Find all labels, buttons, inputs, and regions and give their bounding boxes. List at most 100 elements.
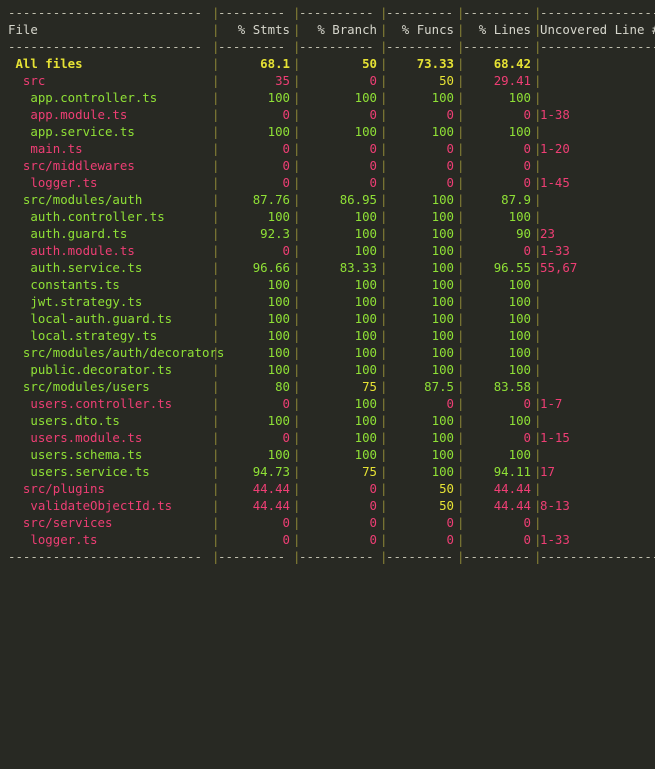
- cell-lines: 94.11: [493, 464, 531, 479]
- row-pipe-5: |: [534, 73, 542, 88]
- cell-file: All files: [8, 56, 83, 71]
- cell-branch: 100: [354, 277, 377, 292]
- separator-segment-file: --------------------------: [8, 39, 202, 54]
- table-row: users.module.ts | 0 | 100 | 100 | 0 | 1-15: [0, 429, 655, 446]
- separator-segment-funcs: ---------: [386, 549, 454, 564]
- cell-branch: 83.33: [339, 260, 377, 275]
- cell-funcs: 100: [431, 311, 454, 326]
- cell-file: users.controller.ts: [8, 396, 173, 411]
- cell-funcs: 100: [431, 124, 454, 139]
- cell-branch: 0: [369, 73, 377, 88]
- cell-funcs: 87.5: [424, 379, 454, 394]
- cell-lines: 0: [523, 430, 531, 445]
- separator-segment-funcs: ---------: [386, 39, 454, 54]
- cell-lines: 0: [523, 532, 531, 547]
- cell-funcs: 0: [446, 532, 454, 547]
- cell-funcs: 100: [431, 226, 454, 241]
- cell-branch: 100: [354, 328, 377, 343]
- cell-lines: 68.42: [493, 56, 531, 71]
- cell-stmts: 100: [267, 90, 290, 105]
- row-pipe-5: |: [534, 413, 542, 428]
- table-separator-top: -------------------------- | --------- |…: [0, 4, 655, 21]
- cell-branch: 0: [369, 141, 377, 156]
- cell-branch: 100: [354, 209, 377, 224]
- cell-funcs: 100: [431, 192, 454, 207]
- separator-segment-branch: ----------: [299, 39, 374, 54]
- table-separator-header: -------------------------- | --------- |…: [0, 38, 655, 55]
- cell-stmts: 96.66: [252, 260, 290, 275]
- table-row: src/modules/users | 80 | 75 | 87.5 | 83.58 |: [0, 378, 655, 395]
- cell-branch: 100: [354, 124, 377, 139]
- column-header-stmts: % Stmts: [237, 22, 290, 37]
- row-pipe-5: |: [534, 209, 542, 224]
- cell-lines: 83.58: [493, 379, 531, 394]
- table-row: constants.ts | 100 | 100 | 100 | 100 |: [0, 276, 655, 293]
- cell-lines: 0: [523, 141, 531, 156]
- cell-file: src/plugins: [8, 481, 105, 496]
- table-row: jwt.strategy.ts | 100 | 100 | 100 | 100 |: [0, 293, 655, 310]
- cell-lines: 44.44: [493, 498, 531, 513]
- cell-uncovered-lines: 23: [540, 226, 555, 241]
- cell-file: src/middlewares: [8, 158, 135, 173]
- separator-segment-stmts: ---------: [218, 5, 286, 20]
- table-row: main.ts | 0 | 0 | 0 | 0 | 1-20: [0, 140, 655, 157]
- cell-lines: 0: [523, 396, 531, 411]
- cell-branch: 100: [354, 90, 377, 105]
- cell-branch: 100: [354, 362, 377, 377]
- cell-lines: 100: [508, 362, 531, 377]
- cell-branch: 0: [369, 158, 377, 173]
- cell-file: app.controller.ts: [8, 90, 158, 105]
- cell-branch: 100: [354, 396, 377, 411]
- table-row: users.schema.ts | 100 | 100 | 100 | 100 |: [0, 446, 655, 463]
- cell-stmts: 0: [282, 158, 290, 173]
- cell-uncovered-lines: 1-7: [540, 396, 563, 411]
- cell-file: app.module.ts: [8, 107, 128, 122]
- cell-uncovered-lines: 1-45: [540, 175, 570, 190]
- cell-stmts: 0: [282, 175, 290, 190]
- table-header-row: File | % Stmts | % Branch | % Funcs | % …: [0, 21, 655, 38]
- table-row: users.dto.ts | 100 | 100 | 100 | 100 |: [0, 412, 655, 429]
- cell-lines: 0: [523, 158, 531, 173]
- table-row: logger.ts | 0 | 0 | 0 | 0 | 1-45: [0, 174, 655, 191]
- cell-file: jwt.strategy.ts: [8, 294, 143, 309]
- cell-branch: 0: [369, 107, 377, 122]
- cell-stmts: 68.1: [260, 56, 290, 71]
- table-row: All files | 68.1 | 50 | 73.33 | 68.42 |: [0, 55, 655, 72]
- cell-branch: 0: [369, 498, 377, 513]
- cell-file: auth.guard.ts: [8, 226, 128, 241]
- cell-stmts: 100: [267, 209, 290, 224]
- cell-funcs: 0: [446, 107, 454, 122]
- cell-funcs: 73.33: [416, 56, 454, 71]
- cell-file: src/modules/auth: [8, 192, 143, 207]
- cell-file: local.strategy.ts: [8, 328, 158, 343]
- cell-file: app.service.ts: [8, 124, 135, 139]
- cell-stmts: 0: [282, 243, 290, 258]
- column-header-file: File: [8, 22, 38, 37]
- cell-lines: 0: [523, 243, 531, 258]
- cell-branch: 75: [362, 464, 377, 479]
- row-pipe-5: |: [534, 379, 542, 394]
- cell-funcs: 100: [431, 328, 454, 343]
- separator-segment-stmts: ---------: [218, 39, 286, 54]
- cell-lines: 0: [523, 515, 531, 530]
- table-row: src | 35 | 0 | 50 | 29.41 |: [0, 72, 655, 89]
- row-pipe-5: |: [534, 311, 542, 326]
- row-pipe-5: |: [534, 345, 542, 360]
- cell-branch: 86.95: [339, 192, 377, 207]
- cell-lines: 96.55: [493, 260, 531, 275]
- table-row: validateObjectId.ts | 44.44 | 0 | 50 | 44.44 | 8-1…: [0, 497, 655, 514]
- cell-branch: 0: [369, 532, 377, 547]
- row-pipe-5: |: [534, 515, 542, 530]
- column-header-branch: % Branch: [317, 22, 377, 37]
- cell-file: constants.ts: [8, 277, 120, 292]
- cell-lines: 0: [523, 107, 531, 122]
- separator-segment-uncovered: -------------------: [540, 549, 655, 564]
- cell-stmts: 0: [282, 532, 290, 547]
- cell-funcs: 100: [431, 447, 454, 462]
- cell-funcs: 50: [439, 481, 454, 496]
- separator-segment-funcs: ---------: [386, 5, 454, 20]
- column-header-uncovered: Uncovered Line #s: [540, 22, 655, 37]
- separator-segment-lines: ---------: [463, 549, 531, 564]
- cell-lines: 0: [523, 175, 531, 190]
- cell-file: src/modules/auth/decorators: [8, 345, 225, 360]
